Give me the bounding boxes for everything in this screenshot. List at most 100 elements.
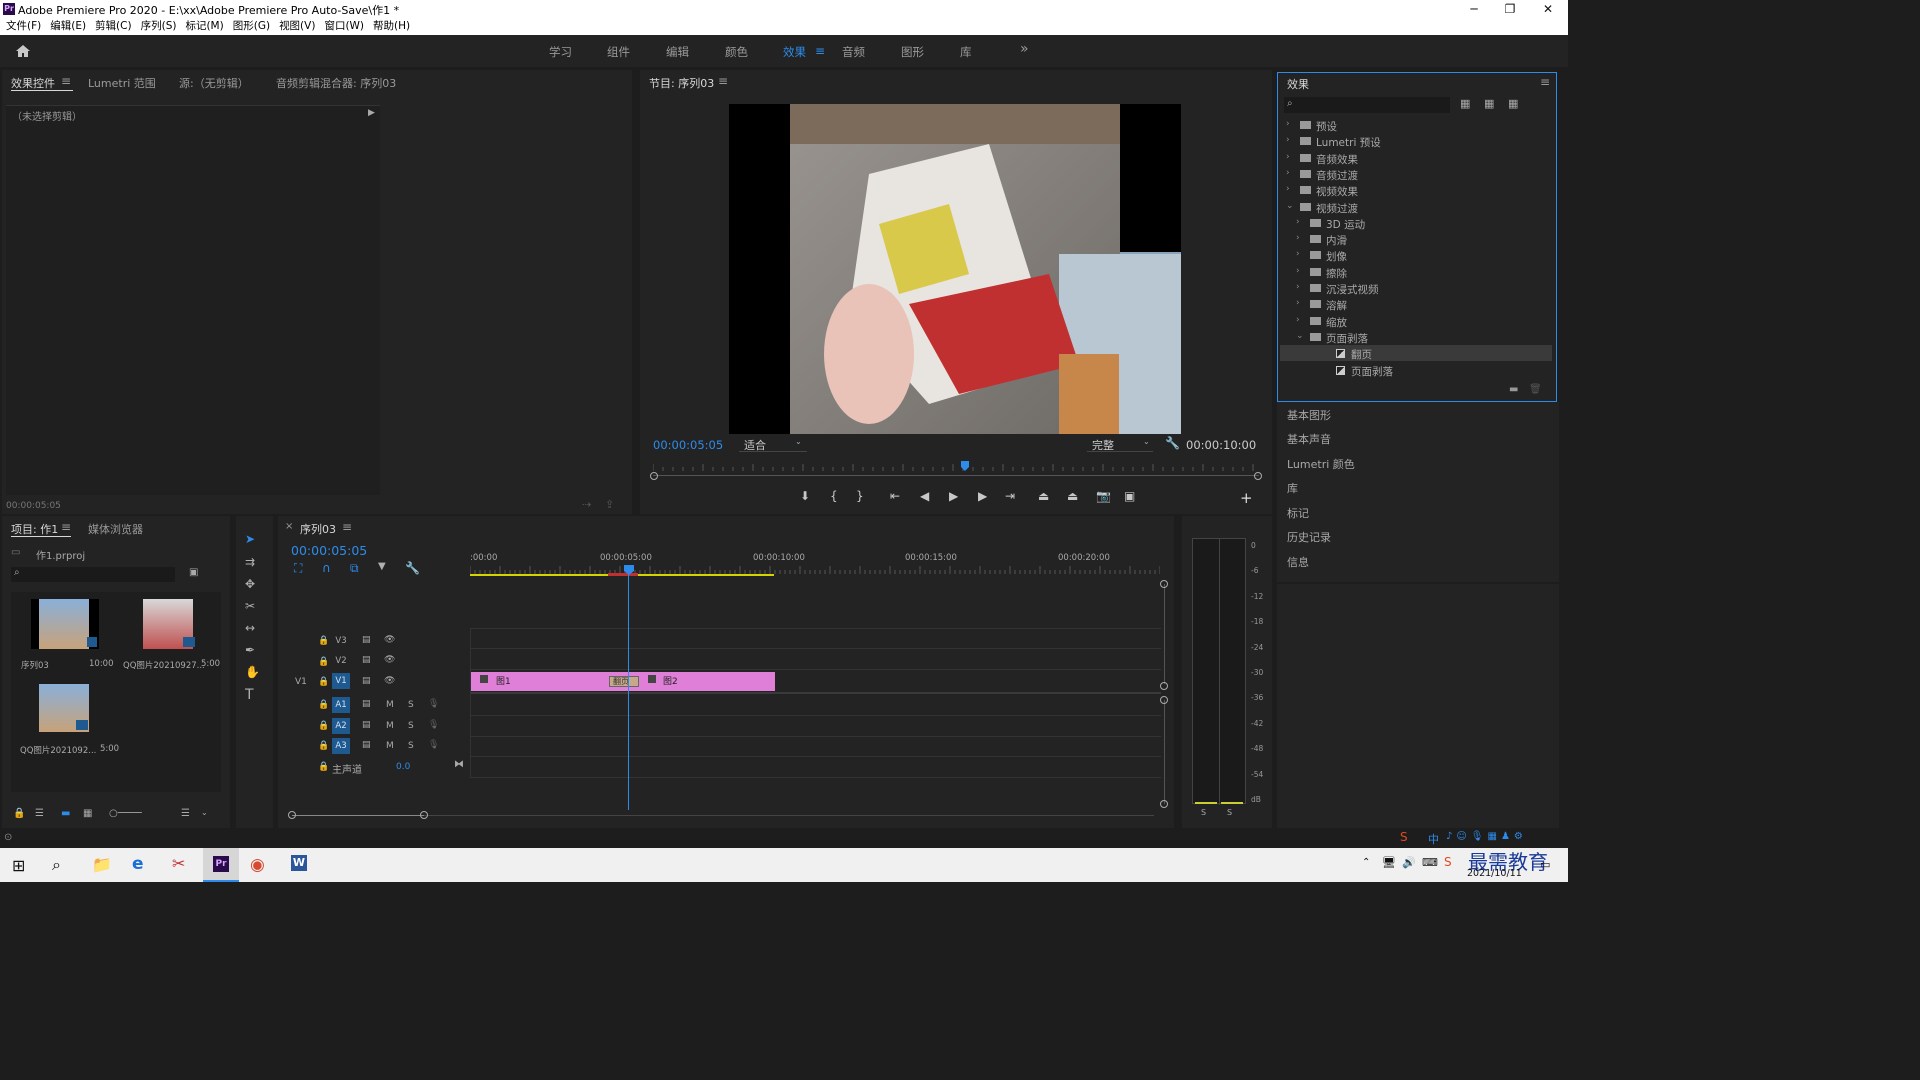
scrollbar-handle[interactable]	[1160, 696, 1168, 704]
export-icon[interactable]: ⇪	[605, 498, 614, 511]
timeline-timecode[interactable]: 00:00:05:05	[291, 543, 367, 558]
effects-tree-item[interactable]: › 视频效果	[1280, 182, 1552, 198]
track-a3-label[interactable]: A3	[332, 738, 350, 754]
program-playhead[interactable]	[960, 460, 970, 472]
menu-file[interactable]: 文件(F)	[3, 18, 44, 35]
solo-button[interactable]: S	[408, 741, 414, 751]
clip-1[interactable]: 图1	[471, 672, 621, 691]
track-v1-label[interactable]: V1	[332, 673, 350, 689]
workspace-libraries[interactable]: 库	[960, 44, 972, 60]
voiceover-mic-icon[interactable]: 🎙	[428, 720, 439, 730]
panel-essential-sound[interactable]: 基本声音	[1287, 431, 1331, 447]
delete-icon[interactable]: 🗑	[1529, 384, 1542, 395]
lock-icon[interactable]: 🔒	[13, 808, 25, 819]
workspace-audio[interactable]: 音频	[842, 44, 865, 60]
track-a2-label[interactable]: A2	[332, 718, 350, 734]
track-a1-label[interactable]: A1	[332, 697, 350, 713]
tab-source[interactable]: 源:（无剪辑）	[179, 75, 249, 91]
panel-markers[interactable]: 标记	[1287, 505, 1309, 521]
timeline-settings-wrench-icon[interactable]: 🔧	[405, 561, 420, 575]
tab-media-browser[interactable]: 媒体浏览器	[88, 521, 143, 537]
step-back-icon[interactable]: ◀	[920, 489, 929, 503]
solo-right-button[interactable]: S	[1227, 808, 1232, 817]
effects-tree-item[interactable]: › 沉浸式视频	[1280, 280, 1552, 296]
timeline-menu-icon[interactable]: ≡	[342, 520, 352, 534]
snipping-tool-icon[interactable]: ✂	[172, 854, 185, 873]
freeform-view-icon[interactable]: ▦	[83, 808, 92, 819]
chevron-right-icon[interactable]: ›	[1296, 315, 1300, 325]
scrollbar-handle[interactable]	[1160, 800, 1168, 808]
eye-icon[interactable]: 👁	[384, 655, 395, 665]
effects-tree-item[interactable]: › 内滑	[1280, 231, 1552, 247]
search-icon[interactable]: ⌕	[52, 855, 61, 875]
track-area[interactable]: 图1 图2 翻页	[470, 628, 1161, 778]
add-marker-icon[interactable]: ▼	[378, 561, 386, 572]
chevron-down-icon[interactable]: ⌄	[1296, 331, 1304, 341]
mute-button[interactable]: M	[386, 721, 394, 731]
scrollbar-handle[interactable]	[1160, 682, 1168, 690]
track-v2-label[interactable]: V2	[332, 653, 350, 669]
mark-out-icon[interactable]: }	[856, 489, 864, 503]
nest-icon[interactable]: ⛶	[294, 561, 302, 576]
voiceover-mic-icon[interactable]: 🎙	[428, 740, 439, 750]
close-button[interactable]: ✕	[1530, 0, 1566, 18]
transition-page-turn[interactable]: 翻页	[609, 676, 639, 687]
sogou-tray-icon[interactable]: S	[1444, 855, 1452, 869]
track-lock-icon[interactable]: 🔒	[318, 762, 329, 772]
effects-tree-item[interactable]: › 音频效果	[1280, 150, 1552, 166]
extract-icon[interactable]: ⏏	[1067, 489, 1078, 503]
file-explorer-icon[interactable]: 📁	[92, 855, 112, 874]
chevron-right-icon[interactable]: ›	[1296, 282, 1300, 292]
tab-audio-clip-mixer[interactable]: 音频剪辑混合器: 序列03	[276, 75, 396, 91]
clip-2[interactable]: 图2	[641, 672, 775, 691]
workspace-learn[interactable]: 学习	[549, 44, 572, 60]
icon-view-icon[interactable]: ▬	[61, 808, 70, 819]
solo-button[interactable]: S	[408, 700, 414, 710]
effect-controls-menu-icon[interactable]: ≡	[61, 74, 71, 88]
close-sequence-icon[interactable]: ×	[285, 521, 293, 532]
tab-lumetri-scopes[interactable]: Lumetri 范围	[88, 75, 156, 91]
tab-effect-controls[interactable]: 效果控件	[11, 75, 55, 91]
chevron-right-icon[interactable]: ›	[1286, 168, 1290, 178]
chevron-right-icon[interactable]: ›	[1296, 266, 1300, 276]
project-item-sequence[interactable]: 序列03 10:00	[14, 595, 114, 675]
zoom-handle-left[interactable]	[288, 811, 296, 819]
add-marker-icon[interactable]: ⬇	[800, 489, 810, 503]
sogou-ime-icon[interactable]: S	[1400, 830, 1408, 844]
play-icon[interactable]: ▶	[949, 489, 958, 503]
compare-view-icon[interactable]: ▣	[1124, 489, 1135, 503]
accelerated-effects-icon[interactable]: ▦	[1460, 97, 1470, 110]
menu-edit[interactable]: 编辑(E)	[47, 18, 89, 35]
project-menu-icon[interactable]: ≡	[61, 520, 71, 534]
quality-dropdown[interactable]: 完整 ⌄	[1087, 436, 1153, 452]
effects-tree-item[interactable]: › 缩放	[1280, 313, 1552, 329]
track-select-tool-icon[interactable]: ⇉	[245, 555, 255, 569]
workspace-assembly[interactable]: 组件	[607, 44, 630, 60]
go-to-in-icon[interactable]: ⇤	[890, 489, 900, 503]
solo-button[interactable]: S	[408, 721, 414, 731]
razor-tool-icon[interactable]: ✂	[245, 599, 255, 613]
ime-toolbar-icons[interactable]: ♪☺🎙▦♟⚙	[1446, 831, 1527, 842]
effects-tree-item[interactable]: › 擦除	[1280, 264, 1552, 280]
premiere-taskbar-button[interactable]: Pr	[203, 848, 239, 882]
add-button-icon[interactable]: +	[1240, 489, 1253, 507]
effects-menu-icon[interactable]: ≡	[1540, 75, 1550, 89]
chevron-right-icon[interactable]: ›	[1286, 152, 1290, 162]
chevron-right-icon[interactable]: ›	[1296, 249, 1300, 259]
track-lock-icon[interactable]: 🔒	[318, 657, 329, 667]
eye-icon[interactable]: 👁	[384, 635, 395, 645]
menu-help[interactable]: 帮助(H)	[370, 18, 413, 35]
mute-button[interactable]: M	[386, 741, 394, 751]
network-icon[interactable]: 🖥	[1382, 856, 1396, 869]
menu-marker[interactable]: 标记(M)	[182, 18, 226, 35]
track-lock-icon[interactable]: 🔒	[318, 636, 329, 646]
track-lock-icon[interactable]: 🔒	[318, 677, 329, 687]
notifications-icon[interactable]: ▭	[1540, 858, 1550, 871]
linked-selection-icon[interactable]: ⧉	[350, 561, 359, 576]
scrubber-end-handle[interactable]	[1254, 472, 1262, 480]
effects-tree-item[interactable]: 翻页	[1280, 345, 1552, 362]
track-lock-icon[interactable]: 🔒	[318, 741, 329, 751]
lift-icon[interactable]: ⏏	[1038, 489, 1049, 503]
mark-in-icon[interactable]: {	[830, 489, 838, 503]
tab-project[interactable]: 项目: 作1	[11, 521, 58, 537]
